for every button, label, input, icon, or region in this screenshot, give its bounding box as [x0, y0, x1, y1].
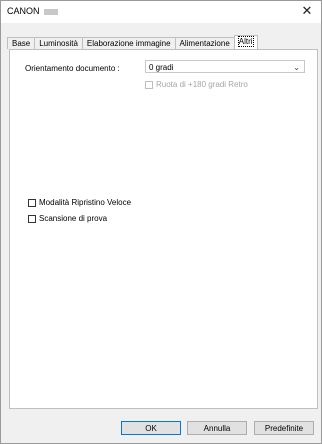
orientation-label: Orientamento documento : — [25, 64, 120, 73]
test-scan-checkbox[interactable] — [28, 214, 36, 223]
tab-altri[interactable]: Altri — [233, 35, 258, 49]
redacted-title-suffix — [43, 8, 58, 15]
quick-restore-label: Modalità Ripristino Veloce — [39, 198, 132, 207]
close-icon: ✕ — [301, 3, 313, 18]
title-bar: CANON ✕ — [1, 1, 321, 23]
tab-alimentazione[interactable]: Alimentazione — [174, 37, 235, 49]
quick-restore-checkbox[interactable] — [28, 198, 36, 207]
tab-strip: Base Luminosità Elaborazione immagine Al… — [7, 35, 258, 49]
rotate-180-checkbox[interactable] — [145, 80, 153, 89]
test-scan-checkbox-row[interactable]: Scansione di prova — [28, 214, 107, 223]
tab-base[interactable]: Base — [7, 37, 36, 49]
defaults-button[interactable]: Predefinite — [254, 421, 314, 435]
test-scan-label: Scansione di prova — [39, 214, 108, 223]
window-title-text: CANON — [7, 6, 40, 16]
dialog-window: CANON ✕ Base Luminosità Elaborazione imm… — [0, 0, 322, 444]
tab-elaborazione-immagine[interactable]: Elaborazione immagine — [81, 37, 176, 49]
window-title: CANON — [7, 6, 58, 16]
rotate-180-checkbox-row[interactable]: Ruota di +180 gradi Retro — [145, 80, 248, 89]
orientation-selected-value: 0 gradi — [149, 63, 174, 72]
ok-button[interactable]: OK — [121, 421, 181, 435]
tab-luminosita[interactable]: Luminosità — [34, 37, 83, 49]
altri-tab-panel: Orientamento documento : 0 gradi ⌄ Ruota… — [9, 49, 318, 409]
cancel-button[interactable]: Annulla — [187, 421, 247, 435]
rotate-180-label: Ruota di +180 gradi Retro — [156, 80, 248, 89]
orientation-select[interactable]: 0 gradi ⌄ — [145, 60, 305, 73]
chevron-down-icon: ⌄ — [293, 63, 300, 72]
close-button[interactable]: ✕ — [299, 3, 315, 19]
quick-restore-checkbox-row[interactable]: Modalità Ripristino Veloce — [28, 198, 131, 207]
